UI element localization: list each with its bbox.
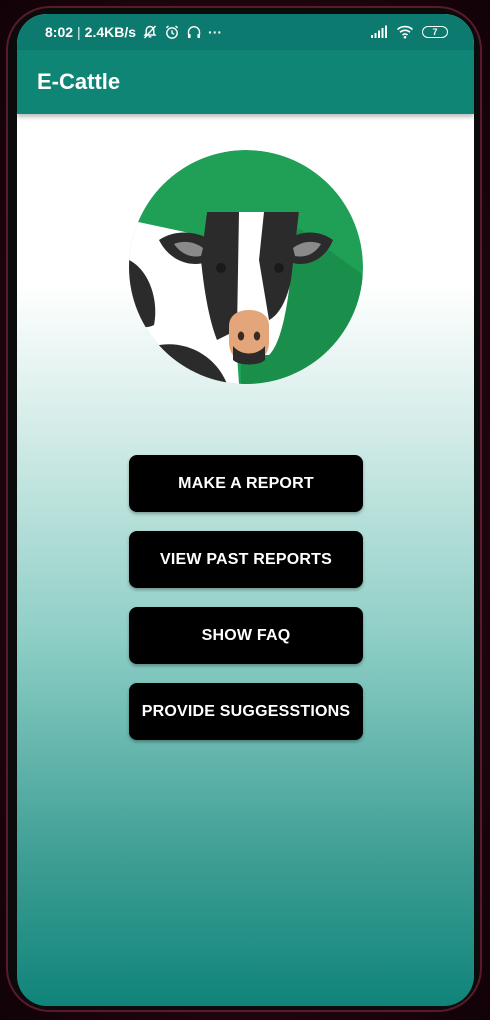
headphones-icon [187,26,201,38]
provide-suggestions-button[interactable]: PROVIDE SUGGESSTIONS [129,683,363,740]
status-bar: 8:02 | 2.4KB/s ··· 7 [17,14,474,50]
screen: 8:02 | 2.4KB/s ··· 7 E-Cattle MAKE A REP… [17,14,474,1006]
show-faq-button[interactable]: SHOW FAQ [129,607,363,664]
signal-icon [371,25,387,38]
device-frame: 8:02 | 2.4KB/s ··· 7 E-Cattle MAKE A REP… [0,0,490,1020]
cow-logo-icon [129,150,363,384]
battery-level: 7 [432,27,438,37]
battery-icon: 7 [422,26,448,38]
app-title: E-Cattle [37,69,121,94]
status-separator: | [77,24,81,40]
wifi-icon [396,25,414,39]
mute-icon [143,25,157,39]
status-time: 8:02 [45,24,74,40]
app-bar: E-Cattle [17,50,474,114]
more-indicator: ··· [208,24,223,40]
make-report-button[interactable]: MAKE A REPORT [129,455,363,512]
cow-logo-svg [129,150,363,384]
view-past-reports-button[interactable]: VIEW PAST REPORTS [129,531,363,588]
network-speed: 2.4KB/s [84,24,137,40]
alarm-icon [165,25,179,39]
